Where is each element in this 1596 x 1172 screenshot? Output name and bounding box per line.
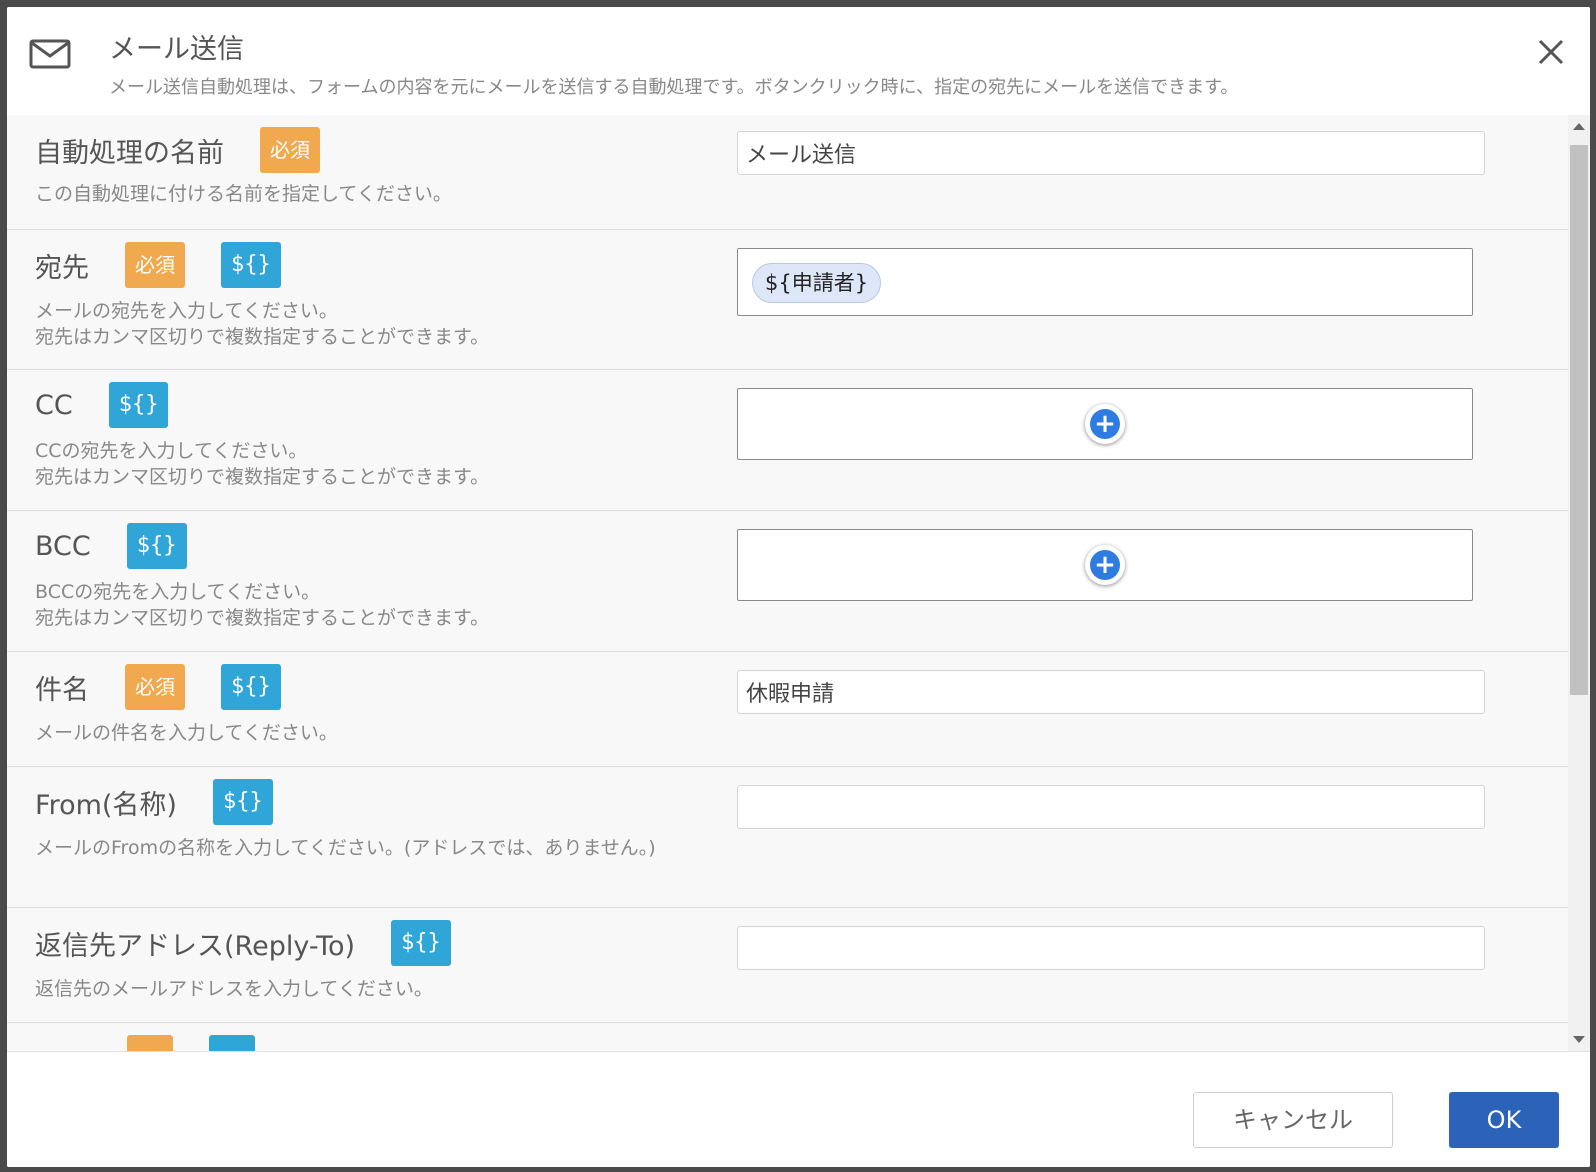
dialog-subtitle: メール送信自動処理は、フォームの内容を元にメールを送信する自動処理です。ボタンク… xyxy=(109,77,1239,98)
ok-button[interactable]: OK xyxy=(1449,1092,1559,1148)
close-icon[interactable] xyxy=(1532,33,1570,71)
from-name-input[interactable] xyxy=(737,785,1485,829)
field-description: 返信先のメールアドレスを入力してください。 xyxy=(35,978,433,1000)
field-description: 宛先はカンマ区切りで複数指定することができます。 xyxy=(35,466,490,488)
dialog-header: メール送信 メール送信自動処理は、フォームの内容を元にメールを送信する自動処理で… xyxy=(7,7,1590,116)
field-label: 返信先アドレス(Reply-To) xyxy=(35,930,356,962)
field-description: この自動処理に付ける名前を指定してください。 xyxy=(35,183,452,205)
field-description: BCCの宛先を入力してください。 xyxy=(35,581,321,603)
field-description: CCの宛先を入力してください。 xyxy=(35,440,308,462)
recipient-chip[interactable]: ${申請者} xyxy=(752,263,882,303)
required-badge: 必須 xyxy=(125,242,185,288)
variable-insert-button[interactable]: ${} xyxy=(108,382,169,428)
cc-tag-input[interactable]: + xyxy=(737,388,1473,460)
variable-insert-button[interactable]: ${} xyxy=(221,242,281,288)
field-label: From(名称) xyxy=(35,789,177,821)
reply-to-input[interactable] xyxy=(737,926,1485,970)
scroll-up-icon[interactable] xyxy=(1573,123,1585,130)
field-label: 件名 xyxy=(35,674,89,706)
required-badge: 必須 xyxy=(260,127,320,173)
dialog-footer: キャンセル OK xyxy=(7,1051,1590,1167)
settings-form: 自動処理の名前 必須 この自動処理に付ける名前を指定してください。 宛先 必須 … xyxy=(7,115,1568,1051)
row-next-partial xyxy=(7,1023,1568,1051)
bcc-tag-input[interactable]: + xyxy=(737,529,1473,601)
vertical-scrollbar[interactable] xyxy=(1568,115,1590,1051)
row-subject: 件名 必須 ${} メールの件名を入力してください。 xyxy=(7,652,1568,767)
field-label: CC xyxy=(35,389,73,421)
cancel-button[interactable]: キャンセル xyxy=(1193,1092,1393,1148)
field-description: 宛先はカンマ区切りで複数指定することができます。 xyxy=(35,326,490,348)
field-description: 宛先はカンマ区切りで複数指定することができます。 xyxy=(35,607,490,629)
dialog-title: メール送信 xyxy=(109,34,244,65)
mail-send-dialog: メール送信 メール送信自動処理は、フォームの内容を元にメールを送信する自動処理で… xyxy=(7,7,1590,1167)
plus-icon: + xyxy=(1090,550,1120,580)
variable-insert-button[interactable]: ${} xyxy=(391,920,451,966)
add-bcc-button[interactable]: + xyxy=(1085,545,1125,585)
row-reply-to: 返信先アドレス(Reply-To) ${} 返信先のメールアドレスを入力してくだ… xyxy=(7,908,1568,1023)
row-cc: CC ${} CCの宛先を入力してください。 宛先はカンマ区切りで複数指定するこ… xyxy=(7,370,1568,511)
add-cc-button[interactable]: + xyxy=(1085,404,1125,444)
mail-icon xyxy=(29,39,71,69)
plus-icon: + xyxy=(1090,409,1120,439)
subject-input[interactable] xyxy=(737,670,1485,714)
to-tag-input[interactable]: ${申請者} xyxy=(737,248,1473,316)
field-description: メールのFromの名称を入力してください。(アドレスでは、ありません。) xyxy=(35,837,656,859)
row-from-name: From(名称) ${} メールのFromの名称を入力してください。(アドレスで… xyxy=(7,767,1568,908)
field-description: メールの宛先を入力してください。 xyxy=(35,300,338,322)
row-automation-name: 自動処理の名前 必須 この自動処理に付ける名前を指定してください。 xyxy=(7,115,1568,230)
required-badge: 必須 xyxy=(125,664,185,710)
scrollbar-thumb[interactable] xyxy=(1570,145,1588,695)
row-bcc: BCC ${} BCCの宛先を入力してください。 宛先はカンマ区切りで複数指定す… xyxy=(7,511,1568,652)
row-to: 宛先 必須 ${} メールの宛先を入力してください。 宛先はカンマ区切りで複数指… xyxy=(7,230,1568,370)
variable-insert-button[interactable] xyxy=(209,1035,255,1051)
variable-insert-button[interactable]: ${} xyxy=(221,664,281,710)
automation-name-input[interactable] xyxy=(737,131,1485,175)
scroll-down-icon[interactable] xyxy=(1573,1036,1585,1043)
variable-insert-button[interactable]: ${} xyxy=(126,523,187,569)
field-label: BCC xyxy=(35,530,91,562)
variable-insert-button[interactable]: ${} xyxy=(212,779,273,825)
required-badge xyxy=(127,1035,173,1051)
field-label: 自動処理の名前 xyxy=(35,137,224,169)
field-description: メールの件名を入力してください。 xyxy=(35,722,338,744)
field-label: 宛先 xyxy=(35,252,89,284)
